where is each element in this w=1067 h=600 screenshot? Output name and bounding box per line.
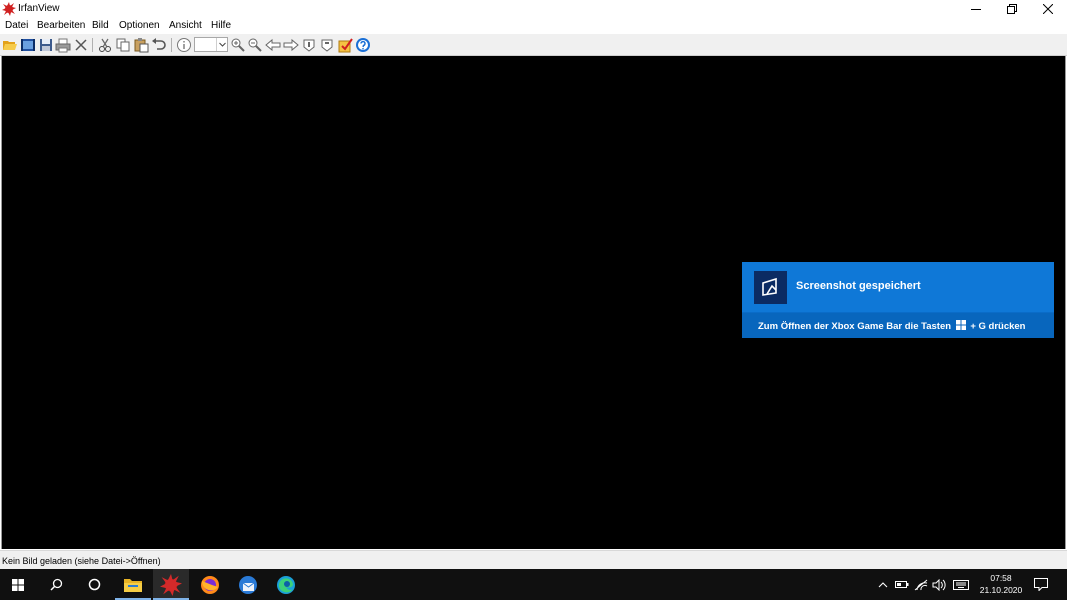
action-center-button[interactable] — [1030, 569, 1052, 600]
menu-datei[interactable]: Datei — [5, 20, 28, 32]
keyboard-icon — [953, 579, 969, 590]
paste-icon[interactable] — [133, 37, 149, 53]
wifi-icon — [914, 579, 928, 590]
previous-icon[interactable] — [265, 37, 281, 53]
minimize-button[interactable] — [958, 0, 994, 18]
close-button[interactable] — [1030, 0, 1066, 18]
menu-bearbeiten[interactable]: Bearbeiten — [37, 20, 85, 32]
firefox-icon — [201, 575, 219, 594]
close-icon — [1043, 4, 1053, 14]
menu-bild[interactable]: Bild — [92, 20, 109, 32]
toolbar-separator — [92, 38, 93, 52]
toolbar — [0, 34, 1067, 56]
start-button[interactable] — [0, 569, 36, 600]
start-icon — [12, 578, 24, 591]
capture-icon-box — [754, 271, 787, 304]
clock[interactable]: 07:58 21.10.2020 — [975, 572, 1027, 596]
title-bar[interactable]: IrfanView — [0, 0, 1067, 18]
show-hidden-icons-button[interactable] — [875, 569, 891, 600]
undo-icon[interactable] — [151, 37, 167, 53]
menu-hilfe[interactable]: Hilfe — [211, 20, 231, 32]
edge-icon — [277, 575, 295, 594]
irfanview-taskbar-button[interactable] — [153, 569, 189, 600]
volume-tray[interactable] — [930, 569, 948, 600]
slideshow-icon[interactable] — [20, 37, 36, 53]
print-icon[interactable] — [55, 37, 71, 53]
delete-icon[interactable] — [73, 37, 89, 53]
irfanview-window: IrfanView Datei Bearbeiten Bild Optionen… — [0, 0, 1067, 600]
zoom-select[interactable] — [194, 37, 228, 52]
file-explorer-icon — [124, 579, 142, 592]
firefox-button[interactable] — [192, 569, 228, 600]
window-title: IrfanView — [18, 3, 60, 14]
search-icon — [49, 578, 62, 591]
cortana-icon — [88, 578, 100, 591]
notification-message-start: Zum Öffnen der Xbox Game Bar die Tasten — [758, 321, 952, 332]
network-tray[interactable] — [912, 569, 930, 600]
edge-button[interactable] — [268, 569, 304, 600]
restore-icon — [1007, 4, 1017, 14]
next-icon[interactable] — [283, 37, 299, 53]
keyboard-tray[interactable] — [951, 569, 971, 600]
help-icon[interactable] — [355, 37, 371, 53]
notification-title: Screenshot gespeichert — [796, 280, 921, 292]
save-icon[interactable] — [38, 37, 54, 53]
minimize-icon — [971, 9, 981, 10]
last-icon[interactable] — [319, 37, 335, 53]
menu-bar: Datei Bearbeiten Bild Optionen Ansicht H… — [0, 18, 1067, 33]
irfanview-icon — [160, 573, 182, 596]
first-icon[interactable] — [301, 37, 317, 53]
clock-date: 21.10.2020 — [979, 585, 1023, 595]
chevron-up-icon — [878, 581, 888, 587]
thunderbird-icon — [239, 575, 257, 594]
edit-icon[interactable] — [337, 37, 353, 53]
zoom-in-icon[interactable] — [230, 37, 246, 53]
open-icon[interactable] — [2, 37, 18, 53]
menu-ansicht[interactable]: Ansicht — [169, 20, 202, 32]
toolbar-separator — [171, 38, 172, 52]
zoom-out-icon[interactable] — [247, 37, 263, 53]
notification-message: Zum Öffnen der Xbox Game Bar die Tasten … — [758, 320, 1026, 332]
info-icon[interactable] — [176, 37, 192, 53]
thunderbird-button[interactable] — [230, 569, 266, 600]
taskbar: 07:58 21.10.2020 — [0, 569, 1067, 600]
menu-optionen[interactable]: Optionen — [119, 20, 160, 32]
capture-icon — [762, 277, 777, 296]
windows-key-icon — [955, 320, 966, 330]
irfanview-app-icon[interactable] — [2, 2, 16, 16]
volume-icon — [932, 578, 946, 591]
search-button[interactable] — [38, 569, 74, 600]
cut-icon[interactable] — [97, 37, 113, 53]
copy-icon[interactable] — [115, 37, 131, 53]
notification-body: Zum Öffnen der Xbox Game Bar die Tasten … — [742, 313, 1054, 338]
battery-tray[interactable] — [893, 569, 911, 600]
screenshot-saved-notification[interactable]: Screenshot gespeichert Zum Öffnen der Xb… — [742, 262, 1054, 338]
notification-message-end: + G drücken — [970, 321, 1026, 332]
clock-time: 07:58 — [990, 573, 1012, 583]
status-bar: Kein Bild geladen (siehe Datei->Öffnen) — [0, 550, 1067, 569]
cortana-button[interactable] — [76, 569, 112, 600]
chevron-down-icon — [219, 42, 226, 47]
file-explorer-button[interactable] — [115, 569, 151, 600]
notification-icon — [1034, 578, 1048, 591]
notification-header: Screenshot gespeichert — [742, 262, 1054, 312]
restore-button[interactable] — [994, 0, 1030, 18]
battery-icon — [895, 581, 909, 588]
status-text: Kein Bild geladen (siehe Datei->Öffnen) — [2, 556, 161, 566]
zoom-dropdown-arrow[interactable] — [216, 38, 227, 51]
